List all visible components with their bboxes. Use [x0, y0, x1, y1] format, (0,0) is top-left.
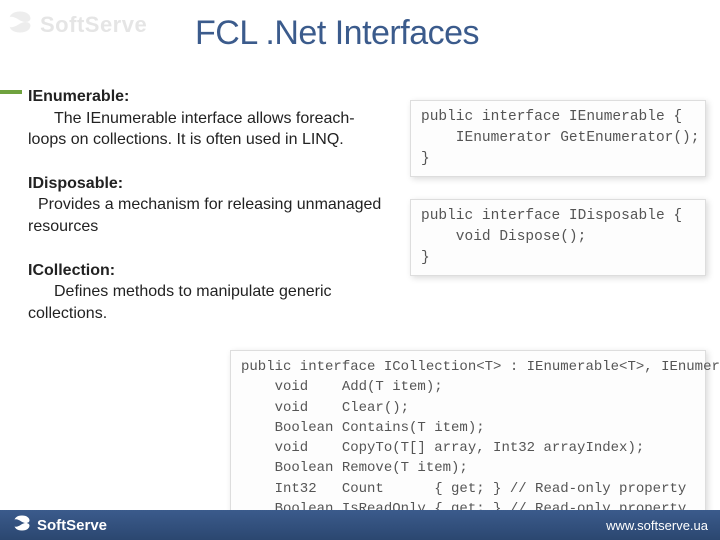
- accent-line: [0, 90, 22, 94]
- slide: { "watermark": { "brand": "SoftServe" },…: [0, 0, 720, 540]
- brand-swirl-icon: [12, 513, 37, 537]
- section-ienumerable: IEnumerable: The IEnumerable interface a…: [28, 86, 388, 151]
- slide-title: FCL .Net Interfaces: [195, 14, 479, 53]
- heading: ICollection:: [28, 260, 388, 282]
- section-idisposable: IDisposable: Provides a mechanism for re…: [28, 173, 388, 238]
- description: Defines methods to manipulate generic co…: [28, 281, 388, 324]
- watermark-text: SoftServe: [40, 12, 147, 38]
- footer-bar: SoftServe www.softserve.ua: [0, 510, 720, 540]
- footer-logo: SoftServe: [12, 513, 107, 537]
- watermark-logo: SoftServe: [6, 8, 147, 42]
- heading: IEnumerable:: [28, 86, 388, 108]
- description: The IEnumerable interface allows foreach…: [28, 108, 388, 151]
- brand-swirl-icon: [6, 8, 40, 42]
- body-text: IEnumerable: The IEnumerable interface a…: [28, 86, 388, 346]
- heading: IDisposable:: [28, 173, 388, 195]
- section-icollection: ICollection: Defines methods to manipula…: [28, 260, 388, 325]
- footer-url: www.softserve.ua: [606, 518, 708, 533]
- code-ienumerable: public interface IEnumerable { IEnumerat…: [410, 100, 706, 177]
- code-idisposable: public interface IDisposable { void Disp…: [410, 199, 706, 276]
- description: Provides a mechanism for releasing unman…: [28, 194, 388, 237]
- footer-brand-text: SoftServe: [37, 517, 107, 534]
